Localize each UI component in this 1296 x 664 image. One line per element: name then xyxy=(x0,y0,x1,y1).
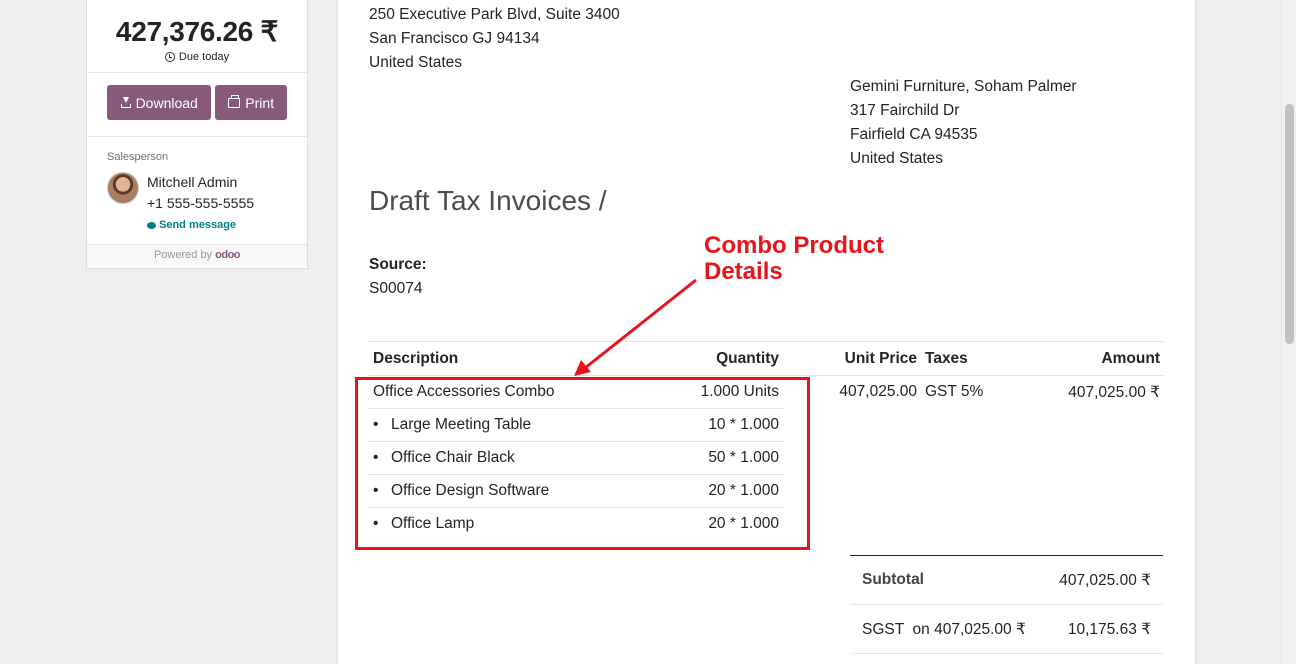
due-text: Due today xyxy=(178,51,230,63)
company-address-line: 250 Executive Park Blvd, Suite 3400 xyxy=(369,6,620,23)
subtotal-row: Subtotal 407,025.00 ₹ xyxy=(850,556,1163,605)
column-header: Quantity xyxy=(669,341,783,376)
subtotal-value: 407,025.00 ₹ xyxy=(1059,571,1151,589)
invoice-document: 250 Executive Park Blvd, Suite 3400 San … xyxy=(338,0,1195,664)
line-amount: 407,025.00 ₹ xyxy=(1068,383,1160,401)
scrollbar-thumb[interactable] xyxy=(1285,104,1294,344)
sgst-value: 10,175.63 ₹ xyxy=(1067,620,1151,638)
action-buttons: Download Print xyxy=(87,73,307,137)
company-address-line: United States xyxy=(369,54,463,71)
powered-by-text: Powered by xyxy=(153,249,213,261)
company-address-line: San Francisco GJ 94134 xyxy=(369,30,540,47)
print-button[interactable]: Print xyxy=(215,85,287,120)
column-header: Taxes xyxy=(921,341,1011,376)
partner-address-line: 317 Fairchild Dr xyxy=(850,102,960,119)
document-title: Draft Tax Invoices / xyxy=(369,185,607,216)
column-header: Unit Price xyxy=(783,341,921,376)
annotation-text-line: Details xyxy=(704,258,783,285)
send-message-label: Send message xyxy=(159,219,237,231)
salesperson-name: Mitchell Admin xyxy=(147,174,238,190)
line-taxes: GST 5% xyxy=(925,383,984,401)
print-icon xyxy=(228,94,241,108)
source-value: S00074 xyxy=(369,280,423,297)
column-header: Amount xyxy=(1011,341,1164,376)
totals-block: Subtotal 407,025.00 ₹ SGST on 407,025.00… xyxy=(850,555,1163,654)
partner-address: Gemini Furniture, Soham Palmer 317 Fairc… xyxy=(850,75,1077,171)
chat-icon xyxy=(147,222,156,229)
company-address: 250 Executive Park Blvd, Suite 3400 San … xyxy=(369,3,620,75)
partner-address-line: United States xyxy=(850,150,944,167)
powered-by: Powered by odoo xyxy=(87,245,307,267)
download-label: Download xyxy=(135,94,198,111)
annotation-highlight-box xyxy=(355,377,810,550)
odoo-logo[interactable]: odoo xyxy=(215,249,240,261)
salesperson-label: Salesperson xyxy=(107,151,169,163)
print-label: Print xyxy=(245,94,275,111)
column-header: Description xyxy=(369,341,669,376)
due-status: Due today xyxy=(87,51,307,63)
table-header-row: Description Quantity Unit Price Taxes Am… xyxy=(369,341,1164,376)
salesperson-block: Salesperson Mitchell Admin +1 555-555-55… xyxy=(87,137,307,245)
annotation-text-line: Combo Product xyxy=(704,232,884,259)
subtotal-label: Subtotal xyxy=(862,571,924,588)
salesperson-phone[interactable]: +1 555-555-5555 xyxy=(147,193,254,214)
avatar xyxy=(107,172,139,204)
annotation-text: Combo Product Details xyxy=(704,233,884,285)
send-message-link[interactable]: Send message xyxy=(147,215,254,236)
clock-icon xyxy=(164,52,175,62)
amount-due-block: 427,376.26 ₹ Due today xyxy=(87,0,307,73)
sgst-label: SGST on 407,025.00 ₹ xyxy=(862,620,1026,638)
partner-address-line: Gemini Furniture, Soham Palmer xyxy=(850,78,1077,95)
download-button[interactable]: Download xyxy=(107,85,212,120)
vertical-scrollbar[interactable] xyxy=(1281,0,1296,664)
download-icon xyxy=(120,97,131,108)
amount-due: 427,376.26 ₹ xyxy=(115,16,279,47)
source-label: Source: xyxy=(369,256,427,273)
partner-address-line: Fairfield CA 94535 xyxy=(850,126,978,143)
invoice-sidebar: 427,376.26 ₹ Due today Download Print Sa… xyxy=(86,0,308,269)
sgst-row: SGST on 407,025.00 ₹ 10,175.63 ₹ xyxy=(850,605,1163,654)
